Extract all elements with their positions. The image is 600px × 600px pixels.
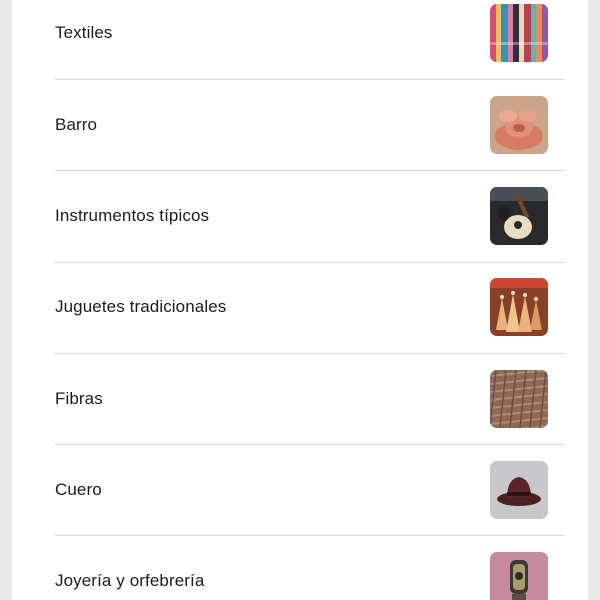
- category-row-cuero[interactable]: Cuero: [12, 444, 588, 535]
- category-row-textiles[interactable]: Textiles: [12, 0, 588, 78]
- category-label: Joyería y orfebrería: [55, 570, 205, 590]
- category-label: Textiles: [55, 22, 113, 42]
- category-list-panel: Textiles Barro Instrumentos típicos Jugu…: [12, 0, 588, 600]
- category-row-joyeria[interactable]: Joyería y orfebrería: [12, 535, 588, 600]
- juguetes-thumbnail: [490, 277, 548, 336]
- cuero-thumbnail: [490, 460, 548, 519]
- textiles-thumbnail: [490, 3, 548, 62]
- fibras-thumbnail: [490, 369, 548, 428]
- category-label: Fibras: [55, 388, 103, 408]
- category-row-juguetes[interactable]: Juguetes tradicionales: [12, 261, 588, 352]
- category-row-instrumentos[interactable]: Instrumentos típicos: [12, 170, 588, 261]
- category-row-fibras[interactable]: Fibras: [12, 353, 588, 444]
- category-label: Instrumentos típicos: [55, 205, 210, 225]
- joyeria-thumbnail: [490, 551, 548, 600]
- instrumentos-thumbnail: [490, 186, 548, 245]
- category-label: Juguetes tradicionales: [55, 296, 227, 316]
- category-label: Cuero: [55, 479, 102, 499]
- barro-thumbnail: [490, 95, 548, 154]
- category-label: Barro: [55, 114, 98, 134]
- category-row-barro[interactable]: Barro: [12, 79, 588, 170]
